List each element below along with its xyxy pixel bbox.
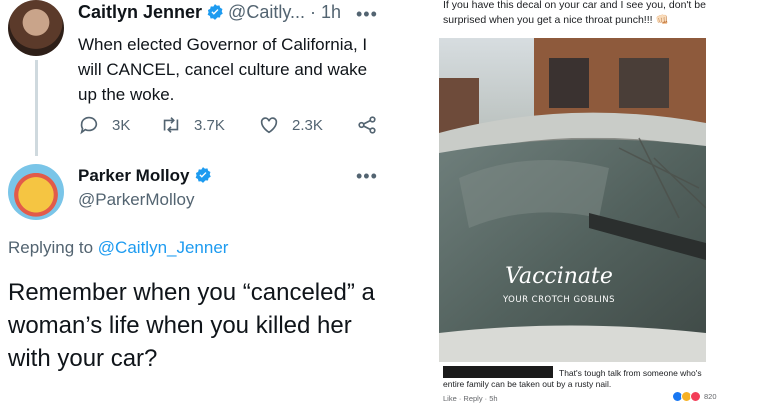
share-button[interactable] xyxy=(356,114,384,136)
tweet1-handle[interactable]: @Caitly... xyxy=(228,2,305,22)
tweet1-header: Caitlyn Jenner @Caitly... · 1h xyxy=(78,2,341,23)
tweet1-timestamp[interactable]: · 1h xyxy=(310,2,341,22)
reaction-summary[interactable]: 820 xyxy=(672,391,717,402)
car-window-photo: Vaccinate YOUR CROTCH GOBLINS xyxy=(439,38,706,362)
reply-button[interactable]: 3K xyxy=(78,114,130,136)
love-reaction-icon xyxy=(690,391,701,402)
verified-badge-icon xyxy=(195,167,211,183)
share-icon xyxy=(358,116,376,134)
parker-avatar[interactable] xyxy=(8,164,64,220)
car-photo-illustration: Vaccinate YOUR CROTCH GOBLINS xyxy=(439,38,706,362)
decal-title-text: Vaccinate xyxy=(505,264,613,289)
reaction-count: 820 xyxy=(704,392,717,401)
reply-count: 3K xyxy=(112,116,131,134)
comment-line1: That's tough talk from someone who's xyxy=(559,368,702,378)
decal-subtitle-text: YOUR CROTCH GOBLINS xyxy=(502,295,615,305)
retweet-count: 3.7K xyxy=(194,116,225,134)
heart-icon xyxy=(260,117,278,134)
tweet1-more-icon[interactable]: ••• xyxy=(356,4,378,25)
replying-prefix: Replying to xyxy=(8,238,94,257)
tweet2-more-icon[interactable]: ••• xyxy=(356,166,378,187)
tweet2-header: Parker Molloy xyxy=(78,166,216,186)
comment-line2: entire family can be taken out by a rust… xyxy=(443,379,612,389)
facebook-post-caption: If you have this decal on your car and I… xyxy=(443,0,706,26)
tweet2-text: Remember when you “canceled” a woman’s l… xyxy=(8,279,375,372)
tweet2-handle[interactable]: @ParkerMolloy xyxy=(78,190,194,210)
thread-connector-line xyxy=(35,60,38,156)
caitlyn-avatar[interactable] xyxy=(8,0,64,56)
replying-mention-link[interactable]: @Caitlyn_Jenner xyxy=(98,238,229,257)
replying-to-line: Replying to @Caitlyn_Jenner xyxy=(8,238,228,258)
tweet1-author-name[interactable]: Caitlyn Jenner xyxy=(78,2,202,22)
reply-icon xyxy=(80,116,98,135)
like-count: 2.3K xyxy=(292,116,323,134)
tweet-screenshot-panel: Caitlyn Jenner @Caitly... · 1h ••• When e… xyxy=(0,0,384,402)
tweet2-author-name[interactable]: Parker Molloy xyxy=(78,166,190,185)
retweet-button[interactable]: 3.7K xyxy=(160,114,225,136)
comment-text: That's tough talk from someone who's ent… xyxy=(443,368,705,390)
verified-badge-icon xyxy=(207,4,223,20)
retweet-icon xyxy=(163,117,179,133)
like-button[interactable]: 2.3K xyxy=(258,114,323,136)
tweet1-text: When elected Governor of California, I w… xyxy=(78,35,368,104)
tweet1-actions: 3K 3.7K 2.3K xyxy=(78,114,378,138)
comment-reply: That's tough talk from someone who's ent… xyxy=(443,366,705,390)
